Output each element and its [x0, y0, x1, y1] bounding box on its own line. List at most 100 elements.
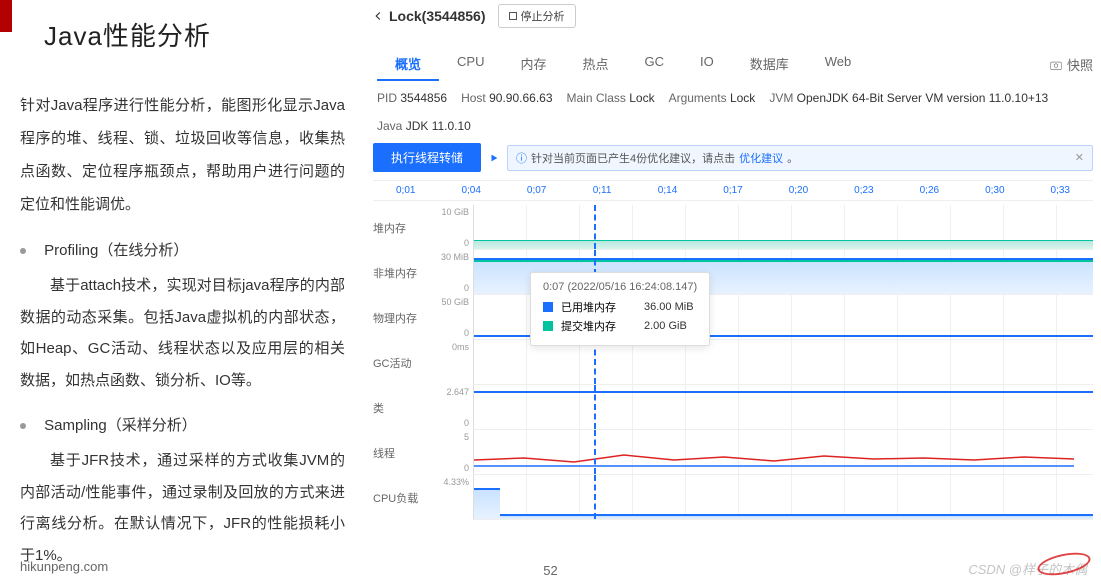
process-info-row: PID 3544856 Host 90.90.66.63 Main Class …	[365, 81, 1101, 143]
y-axis: 2.6470	[433, 385, 473, 430]
tab-bar: 概览 CPU 内存 热点 GC IO 数据库 Web 快照	[377, 48, 1093, 81]
list-label: Sampling（采样分析）	[44, 417, 197, 434]
y-axis: 50	[433, 430, 473, 475]
chart-threads: 线程 50	[373, 430, 1093, 475]
chart-gc: GC活动 0ms	[373, 340, 1093, 385]
chart-label: 堆内存	[373, 205, 433, 250]
tab-io[interactable]: IO	[682, 48, 732, 81]
slide-text-panel: Java性能分析 针对Java程序进行性能分析，能图形化显示Java程序的堆、线…	[0, 0, 365, 584]
time-cursor-line	[594, 340, 596, 384]
chart-heap: 堆内存 10 GiB0	[373, 205, 1093, 250]
legend-swatch-icon	[543, 302, 553, 312]
time-tick: 0;01	[373, 185, 438, 196]
time-tick: 0;07	[504, 185, 569, 196]
snapshot-label: 快照	[1067, 55, 1093, 74]
tooltip-value: 2.00 GiB	[644, 320, 687, 332]
chart-area[interactable]	[473, 340, 1093, 385]
time-tick: 0;04	[438, 185, 503, 196]
tip-text: 针对当前页面已产生4份优化建议，请点击	[531, 150, 735, 166]
info-args: Arguments Lock	[669, 91, 756, 105]
time-cursor-line	[594, 205, 596, 249]
tab-memory[interactable]: 内存	[502, 48, 564, 81]
list-item-sampling: Sampling（采样分析）	[20, 414, 345, 435]
y-axis: 30 MiB0	[433, 250, 473, 295]
intro-paragraph: 针对Java程序进行性能分析，能图形化显示Java程序的堆、线程、锁、垃圾回收等…	[20, 89, 345, 221]
charts-container: 堆内存 10 GiB0 非堆内存 30 MiB0 物理内存 50 GiB0	[373, 205, 1093, 520]
tip-link[interactable]: 优化建议	[739, 150, 783, 166]
camera-icon	[1049, 58, 1063, 72]
y-axis: 50 GiB0	[433, 295, 473, 340]
play-icon[interactable]	[489, 153, 499, 163]
header-row: Lock(3544856) 停止分析	[365, 0, 1101, 32]
time-cursor-line	[594, 430, 596, 474]
time-tick: 0;11	[569, 185, 634, 196]
tab-overview[interactable]: 概览	[377, 48, 439, 81]
stop-analysis-button[interactable]: 停止分析	[498, 4, 576, 28]
time-axis[interactable]: 0;01 0;04 0;07 0;11 0;14 0;17 0;20 0;23 …	[373, 180, 1093, 201]
chart-area[interactable]	[473, 475, 1093, 520]
tab-gc[interactable]: GC	[627, 48, 683, 81]
time-tick: 0;26	[897, 185, 962, 196]
chart-nonheap: 非堆内存 30 MiB0	[373, 250, 1093, 295]
tooltip-title: 0:07 (2022/05/16 16:24:08.147)	[543, 281, 697, 293]
chart-area[interactable]	[473, 430, 1093, 475]
time-tick: 0;20	[766, 185, 831, 196]
tab-cpu[interactable]: CPU	[439, 48, 502, 81]
thread-dump-button[interactable]: 执行线程转储	[373, 143, 481, 172]
tooltip-label: 已用堆内存	[561, 299, 616, 315]
chart-physical: 物理内存 50 GiB0	[373, 295, 1093, 340]
back-label: Lock(3544856)	[389, 8, 486, 24]
sampling-desc: 基于JFR技术，通过采样的方式收集JVM的内部活动/性能事件，通过录制及回放的方…	[20, 445, 345, 571]
title-accent	[0, 0, 12, 32]
chart-area[interactable]	[473, 385, 1093, 430]
legend-swatch-icon	[543, 321, 553, 331]
chart-area[interactable]	[473, 205, 1093, 250]
time-cursor-line	[594, 385, 596, 429]
chart-classes: 类 2.6470	[373, 385, 1093, 430]
back-button[interactable]: Lock(3544856)	[371, 8, 486, 24]
tab-web[interactable]: Web	[807, 48, 870, 81]
time-tick: 0;17	[700, 185, 765, 196]
tooltip-row: 已用堆内存 36.00 MiB	[543, 299, 697, 315]
page-number: 52	[543, 563, 557, 578]
list-item-profiling: Profiling（在线分析）	[20, 239, 345, 260]
tooltip-row: 提交堆内存 2.00 GiB	[543, 318, 697, 334]
chevron-left-icon	[371, 9, 385, 23]
stop-label: 停止分析	[521, 8, 565, 24]
chart-label: 线程	[373, 430, 433, 475]
tooltip-value: 36.00 MiB	[644, 301, 694, 313]
info-icon: ⓘ	[516, 150, 527, 166]
site-footer: hikunpeng.com	[20, 559, 108, 574]
info-java: Java JDK 11.0.10	[377, 119, 471, 133]
optimization-tip-banner: ⓘ 针对当前页面已产生4份优化建议，请点击 优化建议 。 ✕	[507, 145, 1093, 171]
y-axis: 0ms	[433, 340, 473, 385]
close-icon[interactable]: ✕	[1075, 151, 1084, 164]
page-title: Java性能分析	[44, 16, 355, 53]
bullet-icon	[20, 423, 26, 429]
chart-cpu: CPU负载 4.33%	[373, 475, 1093, 520]
profiler-screenshot: Lock(3544856) 停止分析 概览 CPU 内存 热点 GC IO 数据…	[365, 0, 1101, 584]
info-jvm: JVM OpenJDK 64-Bit Server VM version 11.…	[769, 91, 1048, 105]
chart-label: 物理内存	[373, 295, 433, 340]
action-row: 执行线程转储 ⓘ 针对当前页面已产生4份优化建议，请点击 优化建议 。 ✕	[373, 143, 1093, 172]
tab-hotspot[interactable]: 热点	[564, 48, 626, 81]
info-mainclass: Main Class Lock	[567, 91, 655, 105]
chart-label: CPU负载	[373, 475, 433, 520]
y-axis: 10 GiB0	[433, 205, 473, 250]
time-tick: 0;23	[831, 185, 896, 196]
profiling-desc: 基于attach技术，实现对目标java程序的内部数据的动态采集。包括Java虚…	[20, 270, 345, 396]
tab-db[interactable]: 数据库	[732, 48, 807, 81]
info-host: Host 90.90.66.63	[461, 91, 552, 105]
info-pid: PID 3544856	[377, 91, 447, 105]
list-label: Profiling（在线分析）	[44, 242, 188, 259]
tip-suffix: 。	[787, 150, 798, 166]
chart-tooltip: 0:07 (2022/05/16 16:24:08.147) 已用堆内存 36.…	[530, 272, 710, 346]
tooltip-label: 提交堆内存	[561, 318, 616, 334]
stop-icon	[509, 12, 517, 20]
chart-label: GC活动	[373, 340, 433, 385]
y-axis: 4.33%	[433, 475, 473, 520]
snapshot-button[interactable]: 快照	[1049, 48, 1093, 81]
chart-label: 类	[373, 385, 433, 430]
time-cursor-line	[594, 475, 596, 519]
time-tick: 0;30	[962, 185, 1027, 196]
